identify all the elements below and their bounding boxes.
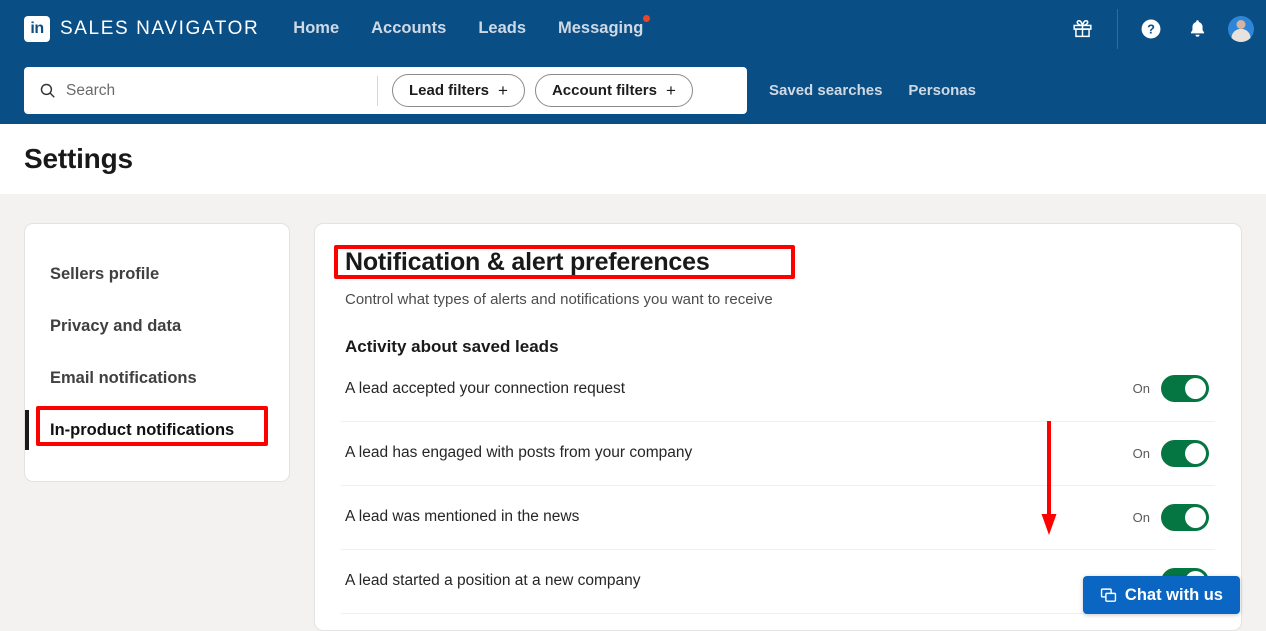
brand-title: SALES NAVIGATOR — [60, 17, 260, 39]
sidebar-item-sellers-profile[interactable]: Sellers profile — [25, 248, 289, 300]
page-body: Sellers profile Privacy and data Email n… — [0, 194, 1266, 631]
messaging-unread-dot — [643, 15, 651, 22]
preference-row: A lead accepted your connection request … — [341, 357, 1215, 421]
settings-sidebar: Sellers profile Privacy and data Email n… — [24, 223, 290, 482]
personas-link[interactable]: Personas — [908, 82, 976, 99]
preference-label: A lead was mentioned in the news — [345, 508, 580, 526]
search-field[interactable] — [24, 67, 377, 114]
nav-item-messaging-label: Messaging — [558, 19, 644, 37]
preference-row: A lead has engaged with posts from your … — [341, 420, 1215, 485]
nav-item-accounts-label: Accounts — [371, 19, 447, 37]
search-divider — [377, 75, 378, 106]
nav-item-leads[interactable]: Leads — [478, 19, 526, 38]
page-title: Settings — [24, 143, 133, 174]
preference-label: A lead started a position at a new compa… — [345, 572, 641, 590]
top-navigation-bar: in SALES NAVIGATOR Home Accounts Leads M… — [0, 0, 1266, 57]
nav-item-leads-label: Leads — [478, 19, 526, 37]
preference-label: A lead has engaged with posts from your … — [345, 444, 693, 462]
chat-bubble-icon — [1100, 587, 1117, 602]
sidebar-item-email-notifications[interactable]: Email notifications — [25, 352, 289, 404]
section-heading: Notification & alert preferences — [345, 248, 710, 276]
lead-filters-label: Lead filters — [409, 82, 490, 99]
primary-nav-links: Home Accounts Leads Messaging — [293, 15, 651, 38]
group-heading-saved-leads: Activity about saved leads — [345, 336, 559, 356]
preference-toggle[interactable] — [1161, 503, 1209, 531]
active-indicator-bar — [25, 410, 29, 450]
notifications-bell-icon[interactable] — [1174, 0, 1220, 57]
search-bar-region: Lead filters + Account filters + Saved s… — [0, 57, 1266, 124]
nav-item-home-label: Home — [293, 19, 340, 37]
chat-with-us-label: Chat with us — [1124, 585, 1223, 604]
lead-filters-button[interactable]: Lead filters + — [392, 74, 525, 107]
saved-searches-link[interactable]: Saved searches — [769, 82, 882, 99]
sidebar-item-label: Privacy and data — [50, 316, 182, 335]
linkedin-logo-icon: in — [24, 15, 50, 42]
account-filters-button[interactable]: Account filters + — [534, 74, 693, 107]
search-icon — [40, 83, 55, 98]
card-content: Notification & alert preferences Control… — [315, 224, 1241, 630]
nav-item-accounts[interactable]: Accounts — [371, 19, 446, 38]
sidebar-item-label: Email notifications — [50, 368, 197, 387]
help-icon[interactable]: ? — [1128, 0, 1174, 57]
preference-row: A lead was mentioned in the news On — [341, 484, 1215, 549]
search-input[interactable] — [66, 81, 346, 100]
notification-preferences-card: Notification & alert preferences Control… — [314, 223, 1242, 631]
section-subheading: Control what types of alerts and notific… — [345, 290, 773, 308]
sidebar-item-label: In-product notifications — [50, 420, 235, 439]
preference-state: On — [1132, 381, 1150, 397]
preference-state: On — [1132, 445, 1150, 461]
plus-icon: + — [665, 81, 676, 100]
nav-right-actions: ? — [1059, 0, 1266, 57]
toggle-knob — [1185, 378, 1206, 400]
toggle-knob — [1185, 442, 1206, 464]
account-filters-label: Account filters — [551, 82, 657, 99]
avatar-image — [1228, 15, 1254, 42]
chat-with-us-button[interactable]: Chat with us — [1082, 576, 1240, 614]
nav-item-home[interactable]: Home — [293, 19, 339, 38]
preference-toggle[interactable] — [1161, 375, 1209, 403]
nav-divider — [1117, 8, 1118, 49]
preference-label: A lead accepted your connection request — [345, 379, 626, 397]
sidebar-item-privacy-and-data[interactable]: Privacy and data — [25, 300, 289, 352]
svg-text:?: ? — [1147, 21, 1155, 36]
search-shell: Lead filters + Account filters + — [24, 67, 747, 114]
toggle-knob — [1185, 506, 1206, 528]
preference-toggle[interactable] — [1161, 439, 1209, 467]
filter-pill-group: Lead filters + Account filters + — [392, 74, 693, 107]
preference-state: On — [1132, 509, 1150, 525]
search-secondary-links: Saved searches Personas — [769, 82, 976, 99]
page-title-band: Settings — [0, 124, 1266, 194]
brand-logo[interactable]: in SALES NAVIGATOR — [24, 15, 260, 42]
gift-icon[interactable] — [1059, 0, 1105, 57]
user-avatar[interactable] — [1228, 15, 1254, 42]
preference-row: A lead started a position at the same co… — [341, 612, 1215, 630]
plus-icon: + — [498, 81, 508, 100]
nav-item-messaging[interactable]: Messaging — [558, 15, 651, 38]
sidebar-item-label: Sellers profile — [50, 264, 160, 283]
sidebar-item-in-product-notifications[interactable]: In-product notifications — [25, 404, 289, 456]
